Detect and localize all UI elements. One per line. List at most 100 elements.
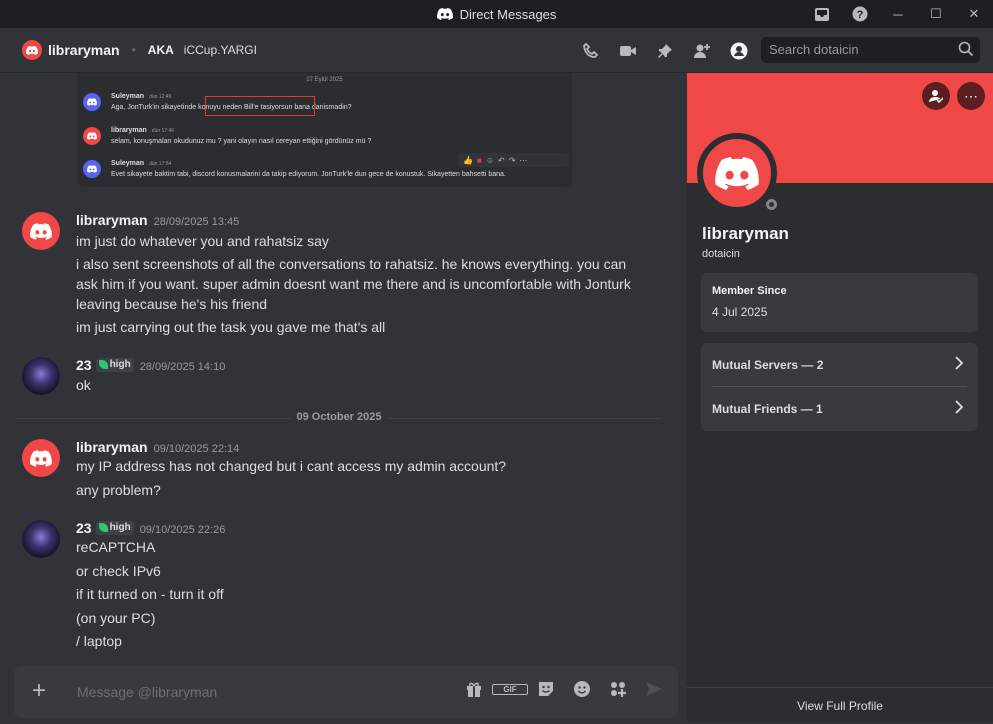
- aka-label: AKA: [147, 43, 174, 57]
- search-icon: [958, 41, 974, 57]
- member-since-value: 4 Jul 2025: [712, 305, 768, 319]
- message-text: i also sent screenshots of all the conve…: [76, 256, 631, 312]
- more-options-button[interactable]: ⋯: [957, 82, 985, 110]
- message-timestamp: 28/09/2025 13:45: [153, 216, 240, 228]
- user-profile-panel: ⋯ libraryman dotaicin Member Since 4 Jul…: [687, 73, 993, 722]
- header-username[interactable]: libraryman: [48, 42, 120, 58]
- message-text: my IP address has not changed but i cant…: [76, 458, 507, 474]
- sticker-icon[interactable]: [528, 680, 564, 698]
- profile-avatar[interactable]: [697, 133, 781, 214]
- pin-icon[interactable]: [646, 43, 683, 59]
- profile-username[interactable]: dotaicin: [702, 248, 740, 260]
- help-icon[interactable]: ?: [841, 0, 879, 28]
- chat-area[interactable]: 27 Eylül 2025 Suleyman dün 12:49 Aga, Jon…: [0, 73, 686, 722]
- video-call-icon[interactable]: [609, 44, 646, 58]
- emoji-icon[interactable]: [564, 680, 600, 698]
- leaf-icon: [98, 360, 108, 369]
- message-text: im just carrying out the task you gave m…: [76, 319, 386, 335]
- clan-tag[interactable]: high: [95, 520, 134, 535]
- message-text: / laptop: [76, 633, 122, 649]
- gif-label: GIF: [492, 683, 528, 695]
- flag-icon: ■: [476, 155, 482, 165]
- view-full-profile-button[interactable]: View Full Profile: [687, 687, 993, 722]
- mutual-servers-row[interactable]: Mutual Servers — 2: [701, 343, 978, 386]
- message-composer[interactable]: + Message @libraryman GIF: [14, 666, 678, 718]
- svg-text:?: ?: [857, 9, 864, 21]
- date-divider: 09 October 2025: [16, 411, 662, 423]
- header-actions: [572, 28, 757, 73]
- clan-tag-label: high: [109, 359, 131, 370]
- embed-avatar: [83, 93, 101, 111]
- apps-icon[interactable]: [600, 680, 636, 698]
- header-avatar[interactable]: [22, 40, 42, 60]
- user-check-icon: [929, 90, 943, 103]
- close-button[interactable]: ✕: [955, 0, 993, 28]
- dm-header: libraryman • AKA iCCup.YARGI Search dota…: [0, 28, 993, 73]
- mutual-servers-label: Mutual Servers — 2: [712, 357, 824, 372]
- avatar[interactable]: [22, 520, 60, 558]
- maximize-button[interactable]: ☐: [917, 0, 955, 28]
- composer-actions: GIF: [456, 680, 672, 698]
- chevron-right-icon: [955, 356, 964, 370]
- date-divider-label: 09 October 2025: [290, 411, 388, 423]
- message-input[interactable]: Message @libraryman: [77, 684, 217, 700]
- message-text: or check IPv6: [76, 563, 161, 579]
- embed-reaction-bar: 👍 ■ ☺ ↶ ↷ ⋯: [459, 153, 569, 167]
- avatar[interactable]: [22, 212, 60, 250]
- embed-time: dün 12:49: [149, 94, 172, 100]
- gif-icon[interactable]: GIF: [492, 680, 528, 698]
- mutual-friends-row[interactable]: Mutual Friends — 1: [701, 387, 978, 430]
- emoji-icon: ☺: [485, 155, 494, 165]
- inbox-icon[interactable]: [803, 0, 841, 28]
- embed-author: Suleyman: [111, 160, 145, 167]
- avatar[interactable]: [22, 357, 60, 395]
- thumbs-up-icon: 👍: [463, 155, 473, 165]
- more-icon: ⋯: [964, 87, 978, 104]
- embed-time: dün 17:46: [151, 128, 175, 134]
- profile-action-button[interactable]: [922, 82, 950, 110]
- clan-tag[interactable]: high: [95, 357, 134, 372]
- send-icon[interactable]: [636, 680, 672, 698]
- embed-author: libraryman: [111, 127, 147, 134]
- clan-tag-label: high: [109, 522, 131, 533]
- discord-logo-icon: [437, 8, 453, 20]
- embed-date: 27 Eylül 2025: [306, 77, 343, 83]
- embed-time: dün 17:54: [149, 161, 172, 167]
- aka-name: iCCup.YARGI: [183, 43, 257, 57]
- message-timestamp: 09/10/2025 22:26: [139, 524, 226, 536]
- gift-icon[interactable]: [456, 680, 492, 698]
- avatar[interactable]: [22, 439, 60, 477]
- header-separator: •: [131, 43, 136, 57]
- message-timestamp: 09/10/2025 22:14: [153, 443, 240, 455]
- search-input[interactable]: Search dotaicin: [761, 37, 980, 63]
- embed-text: selam, konuşmaları okudunuz mu ? yani ol…: [111, 138, 372, 145]
- message-text: if it turned on - turn it off: [76, 586, 224, 602]
- forward-icon: ↷: [508, 155, 516, 165]
- author-name[interactable]: libraryman: [76, 212, 148, 228]
- mutuals-card: Mutual Servers — 2 Mutual Friends — 1: [701, 343, 978, 431]
- embed-avatar: [83, 160, 101, 178]
- message-text: reCAPTCHA: [76, 539, 156, 555]
- offline-status-icon: [761, 194, 781, 214]
- voice-call-icon[interactable]: [572, 42, 609, 60]
- profile-display-name: libraryman: [702, 224, 789, 243]
- window-controls: ? ─ ☐ ✕: [803, 0, 993, 28]
- mutual-friends-label: Mutual Friends — 1: [712, 401, 823, 416]
- message-text: im just do whatever you and rahatsiz say: [76, 233, 329, 249]
- author-name[interactable]: 23: [76, 520, 92, 536]
- reply-icon: ↶: [497, 155, 505, 165]
- screenshot-attachment[interactable]: 27 Eylül 2025 Suleyman dün 12:49 Aga, Jon…: [77, 73, 572, 187]
- message-text: any problem?: [76, 482, 161, 498]
- message-text: ok: [76, 377, 91, 393]
- author-name[interactable]: libraryman: [76, 439, 148, 455]
- highlight-box: [205, 96, 315, 116]
- user-profile-toggle-icon[interactable]: [720, 42, 757, 60]
- member-since-label: Member Since: [712, 285, 787, 297]
- chevron-right-icon: [955, 400, 964, 414]
- minimize-button[interactable]: ─: [879, 0, 917, 28]
- add-friends-icon[interactable]: [683, 43, 720, 59]
- message-timestamp: 28/09/2025 14:10: [139, 361, 226, 373]
- attach-plus-icon[interactable]: +: [32, 676, 46, 706]
- embed-text: Evet sikayete baktim tabi, discord konus…: [111, 171, 506, 178]
- author-name[interactable]: 23: [76, 357, 92, 373]
